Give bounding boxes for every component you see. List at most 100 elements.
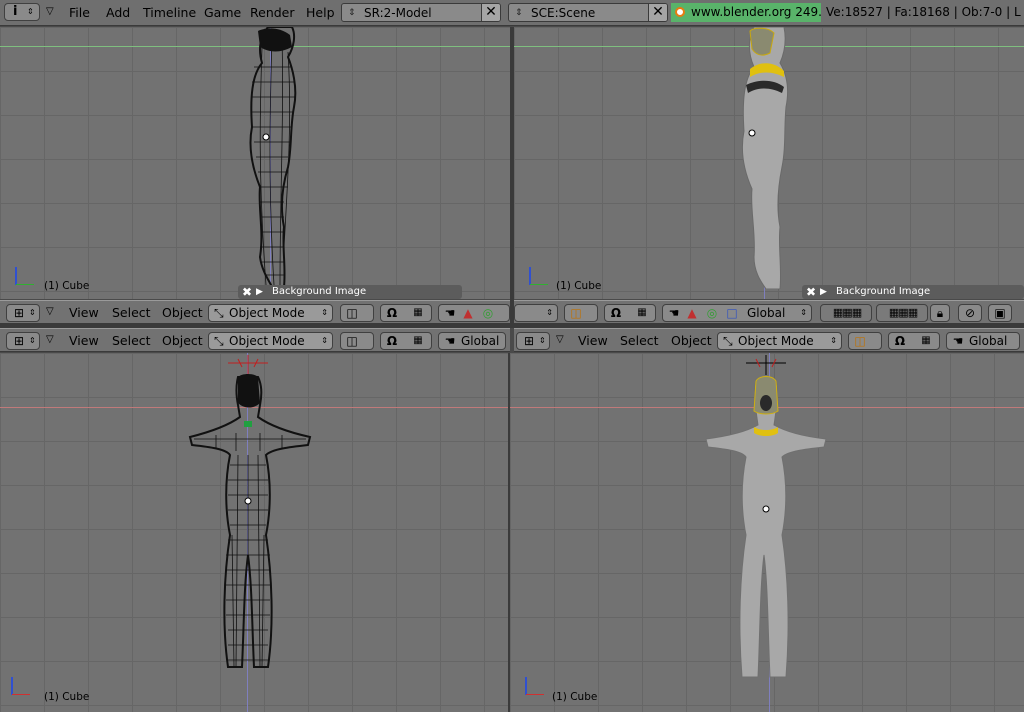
updown-arrows-icon: ⇕	[800, 308, 807, 317]
menu-object[interactable]: Object	[162, 329, 203, 352]
lock-button[interactable]: 🔒︎	[930, 304, 950, 322]
collapse-triangle-icon[interactable]: ▽	[556, 334, 564, 345]
solid-model-side[interactable]	[724, 27, 804, 289]
mode-selector[interactable]: ⤡ Object Mode ⇕	[717, 332, 842, 350]
pivot-button[interactable]: Ω ▦	[380, 304, 432, 322]
mode-selector[interactable]: ⤡ Object Mode ⇕	[208, 332, 333, 350]
layer-buttons-1[interactable]: ▦▦▦	[820, 304, 872, 322]
pivot-button[interactable]: Ω ▦	[380, 332, 432, 350]
editor-type-button[interactable]: ⊞ ⇕	[6, 332, 40, 350]
magnet-icon: Ω	[894, 334, 906, 348]
menu-select[interactable]: Select	[112, 301, 151, 324]
pivot-button[interactable]: Ω ▦	[888, 332, 940, 350]
object-label: (1) Cube	[44, 280, 90, 292]
lock-icon: 🔒︎	[936, 306, 944, 320]
blender-link-text[interactable]: www.blender.org 249.2	[691, 5, 821, 19]
close-icon[interactable]: ✖	[242, 285, 252, 299]
render-button[interactable]: ▣	[988, 304, 1012, 322]
hand-icon[interactable]: ☚	[949, 333, 967, 349]
translate-icon[interactable]: ▲	[683, 305, 701, 321]
updown-arrows-icon: ⇕	[515, 8, 523, 18]
mode-selector-cut[interactable]: ⇕	[514, 304, 558, 322]
expand-triangle-icon[interactable]: ▶	[820, 285, 827, 299]
draw-type-button[interactable]: ◫	[848, 332, 882, 350]
editor-type-button[interactable]: i ⇕	[4, 3, 40, 21]
menu-select[interactable]: Select	[112, 329, 151, 352]
rotate-icon[interactable]: ◎	[479, 305, 497, 321]
blender-link[interactable]: www.blender.org 249.2	[671, 3, 821, 22]
horizontal-splitter[interactable]	[0, 324, 1024, 328]
background-image-label: Background Image	[272, 286, 367, 297]
menu-view[interactable]: View	[69, 329, 99, 352]
menu-game[interactable]: Game	[204, 0, 241, 25]
editor-type-button[interactable]: ⊞ ⇕	[516, 332, 550, 350]
screen-selector[interactable]: ⇕ SR:2-Model ✕	[341, 3, 501, 22]
wireframe-model-side[interactable]	[230, 27, 310, 289]
pivot-button[interactable]: Ω ▦	[604, 304, 656, 322]
solid-model-front[interactable]	[702, 355, 830, 685]
manipulator-buttons[interactable]: ☚ Global	[438, 332, 506, 350]
object-label: (1) Cube	[556, 280, 602, 292]
menu-timeline[interactable]: Timeline	[143, 0, 196, 25]
close-icon[interactable]: ✕	[648, 4, 667, 21]
viewport-top-left[interactable]: (1) Cube ✖ ▶ Background Image	[0, 27, 510, 299]
translate-icon[interactable]: ▲	[459, 305, 477, 321]
scene-stats: Ve:18527 | Fa:18168 | Ob:7-0 | L	[826, 5, 1021, 19]
rotate-icon[interactable]: ◎	[703, 305, 721, 321]
menu-view[interactable]: View	[578, 329, 608, 352]
menu-view[interactable]: View	[69, 301, 99, 324]
wireframe-model-front[interactable]	[186, 355, 314, 675]
orientation-value[interactable]: Global	[747, 305, 785, 321]
draw-type-button[interactable]: ◫	[340, 332, 374, 350]
hand-icon[interactable]: ☚	[441, 333, 459, 349]
draw-type-button[interactable]: ◫	[340, 304, 374, 322]
menu-select[interactable]: Select	[620, 329, 659, 352]
hand-icon[interactable]: ☚	[441, 305, 459, 321]
editor-type-button[interactable]: ⊞ ⇕	[6, 304, 40, 322]
mode-value[interactable]: Object Mode	[229, 334, 305, 348]
orientation-value[interactable]: Global	[461, 333, 499, 349]
background-image-panel[interactable]: ✖ ▶ Background Image	[802, 285, 1024, 299]
menu-file[interactable]: File	[69, 0, 90, 25]
layers-grid-icon: ▦▦▦	[888, 306, 918, 319]
collapse-triangle-icon[interactable]: ▽	[46, 334, 54, 345]
link-button[interactable]: ⊘	[958, 304, 982, 322]
hand-icon[interactable]: ☚	[665, 305, 683, 321]
scene-selector[interactable]: ⇕ SCE:Scene ✕	[508, 3, 668, 22]
orientation-value[interactable]: Global	[969, 333, 1007, 349]
mode-selector[interactable]: ⤡ Object Mode ⇕	[208, 304, 333, 322]
close-icon[interactable]: ✕	[481, 4, 500, 21]
manipulator-buttons[interactable]: ☚ ▲ ◎	[438, 304, 510, 322]
expand-triangle-icon[interactable]: ▶	[256, 285, 263, 299]
menu-help[interactable]: Help	[306, 0, 335, 25]
axis-gizmo-icon	[11, 677, 30, 695]
scene-name[interactable]: SCE:Scene	[531, 6, 595, 20]
menu-object[interactable]: Object	[671, 329, 712, 352]
collapse-triangle-icon[interactable]: ▽	[46, 6, 54, 17]
viewport-bottom-right[interactable]: (1) Cube	[510, 353, 1024, 712]
grid-icon: ⊞	[13, 306, 25, 320]
manipulator-buttons[interactable]: ☚ Global	[946, 332, 1020, 350]
menu-object[interactable]: Object	[162, 301, 203, 324]
viewport-top-right[interactable]: (1) Cube ✖ ▶ Background Image	[514, 27, 1024, 299]
mode-value[interactable]: Object Mode	[738, 334, 814, 348]
viewport-bottom-left[interactable]: (1) Cube	[0, 353, 508, 712]
axis-gizmo-icon	[529, 267, 548, 285]
mode-value[interactable]: Object Mode	[229, 306, 305, 320]
vertical-splitter[interactable]	[508, 353, 510, 712]
layers-icon: ▦	[413, 335, 423, 346]
menu-add[interactable]: Add	[106, 0, 130, 25]
vertical-splitter[interactable]	[510, 27, 514, 325]
manipulator-buttons[interactable]: ☚ ▲ ◎ □ Global ⇕	[662, 304, 812, 322]
menu-render[interactable]: Render	[250, 0, 295, 25]
background-image-panel[interactable]: ✖ ▶ Background Image	[238, 285, 462, 299]
info-icon: i	[13, 4, 18, 19]
draw-type-button[interactable]: ◫	[564, 304, 598, 322]
axis-gizmo-icon	[15, 267, 34, 285]
close-icon[interactable]: ✖	[806, 285, 816, 299]
screen-name[interactable]: SR:2-Model	[364, 6, 432, 20]
layer-buttons-2[interactable]: ▦▦▦	[876, 304, 928, 322]
draw-type-icon: ◫	[346, 334, 358, 348]
collapse-triangle-icon[interactable]: ▽	[46, 306, 54, 317]
scale-icon[interactable]: □	[723, 305, 741, 321]
